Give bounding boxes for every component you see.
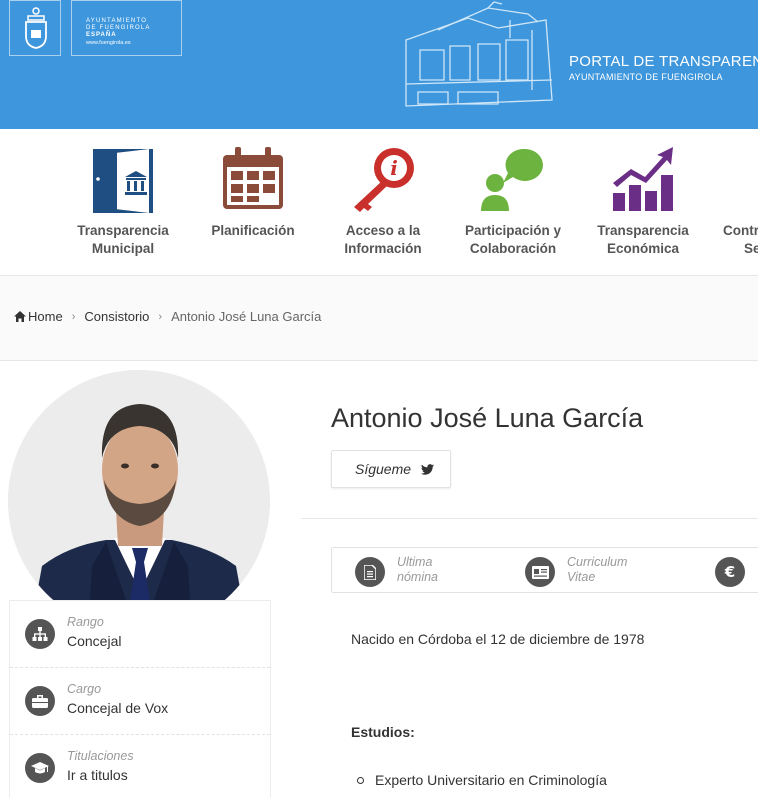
id-card-icon [525,557,555,587]
info-row-rango: Rango Concejal [10,601,270,668]
breadcrumb-bar: Home › Consistorio › Antonio José Luna G… [0,276,758,361]
info-value: Concejal de Vox [67,700,169,716]
ayuntamiento-logo-link[interactable]: AYUNTAMIENTO DE FUENGIROLA ESPAÑA www.fu… [71,0,182,56]
nav-label-line1: Planificación [211,223,295,238]
info-key: Titulaciones [67,749,134,763]
town-hall-illustration [405,1,553,107]
bio-text: Nacido en Córdoba el 12 de diciembre de … [351,631,645,647]
chevron-right-icon: › [158,310,163,323]
euro-icon: € [715,557,745,587]
calendar-icon [223,147,283,209]
breadcrumb-current: Antonio José Luna García [171,309,322,324]
nav-acceso-informacion[interactable]: i Acceso a la Información [318,147,448,258]
nav-label-line2: Se [744,241,758,256]
ayto-line2: DE FUENGIROLA [86,25,151,31]
nav-planificacion[interactable]: Planificación [188,147,318,240]
doc-line1: Ultima [397,555,433,569]
profile-info-box: Rango Concejal Cargo Concejal de Vox Tit… [9,600,271,798]
briefcase-icon [25,686,55,716]
info-key: Cargo [67,682,102,696]
document-icon [355,557,385,587]
main-nav: Transparencia Municipal Planificación i … [0,129,758,276]
info-value: Concejal [67,633,122,649]
follow-label: Sígueme [355,461,412,477]
nav-label-line2: Económica [606,241,680,256]
chevron-right-icon: › [71,310,76,323]
nav-contratos-servicios[interactable]: Contr Se [708,147,758,258]
nav-label-line2: Información [344,241,422,256]
studies-heading: Estudios: [351,724,415,740]
home-icon [14,311,26,322]
portrait-image [8,370,270,632]
info-row-titulaciones[interactable]: Titulaciones Ir a titulos [10,735,270,798]
site-header: AYUNTAMIENTO DE FUENGIROLA ESPAÑA www.fu… [0,0,758,129]
doc-line2: nómina [397,570,438,584]
nav-label-line2: Municipal [91,241,155,256]
nav-label-line1: Participación y [464,223,562,238]
nav-label-line1: Transparencia [597,223,689,238]
portal-subtitle: AYUNTAMIENTO DE FUENGIROLA [569,72,723,82]
coat-of-arms-icon [25,7,47,49]
nav-label-line2: Colaboración [469,241,557,256]
info-key: Rango [67,615,104,629]
ayto-line3: ESPAÑA [86,32,117,38]
bar-chart-icon [613,147,673,211]
nav-transparencia-economica[interactable]: Transparencia Económica [578,147,708,258]
crest-logo-link[interactable] [9,0,61,56]
info-value-link[interactable]: Ir a titulos [67,767,128,783]
profile-name: Antonio José Luna García [331,403,644,433]
twitter-icon [421,463,435,475]
follow-twitter-button[interactable]: Sígueme [331,450,451,488]
nav-label-line1: Transparencia [77,223,169,238]
person-chat-icon [481,148,543,211]
info-row-cargo: Cargo Concejal de Vox [10,668,270,735]
svg-text:i: i [390,156,398,180]
nav-label-line1: Acceso a la [345,223,421,238]
profile-photo [8,370,270,632]
nav-label-line1: Contr [723,223,758,238]
doc-line1: Curriculum [567,555,628,569]
studies-list: Experto Universitario en Criminología [357,772,607,788]
person-icon [741,147,758,211]
nav-participacion-colaboracion[interactable]: Participación y Colaboración [448,147,578,258]
content-divider [301,518,758,519]
graduation-cap-icon [25,753,55,783]
ayto-line1: AYUNTAMIENTO [86,18,148,24]
breadcrumb: Home › Consistorio › Antonio José Luna G… [14,309,321,324]
list-item: Experto Universitario en Criminología [357,772,607,788]
breadcrumb-consistorio[interactable]: Consistorio [84,309,149,324]
doc-line2: Vitae [567,570,596,584]
key-info-icon: i [354,148,414,212]
hierarchy-icon [25,619,55,649]
door-building-icon [93,149,153,213]
portal-title: PORTAL DE TRANSPARENCIA [569,53,758,70]
documents-bar: Ultima nómina Curriculum Vitae € [331,547,758,593]
breadcrumb-home[interactable]: Home [28,309,63,324]
ayto-url: www.fuengirola.es [86,40,131,46]
nav-transparencia-municipal[interactable]: Transparencia Municipal [58,147,188,258]
